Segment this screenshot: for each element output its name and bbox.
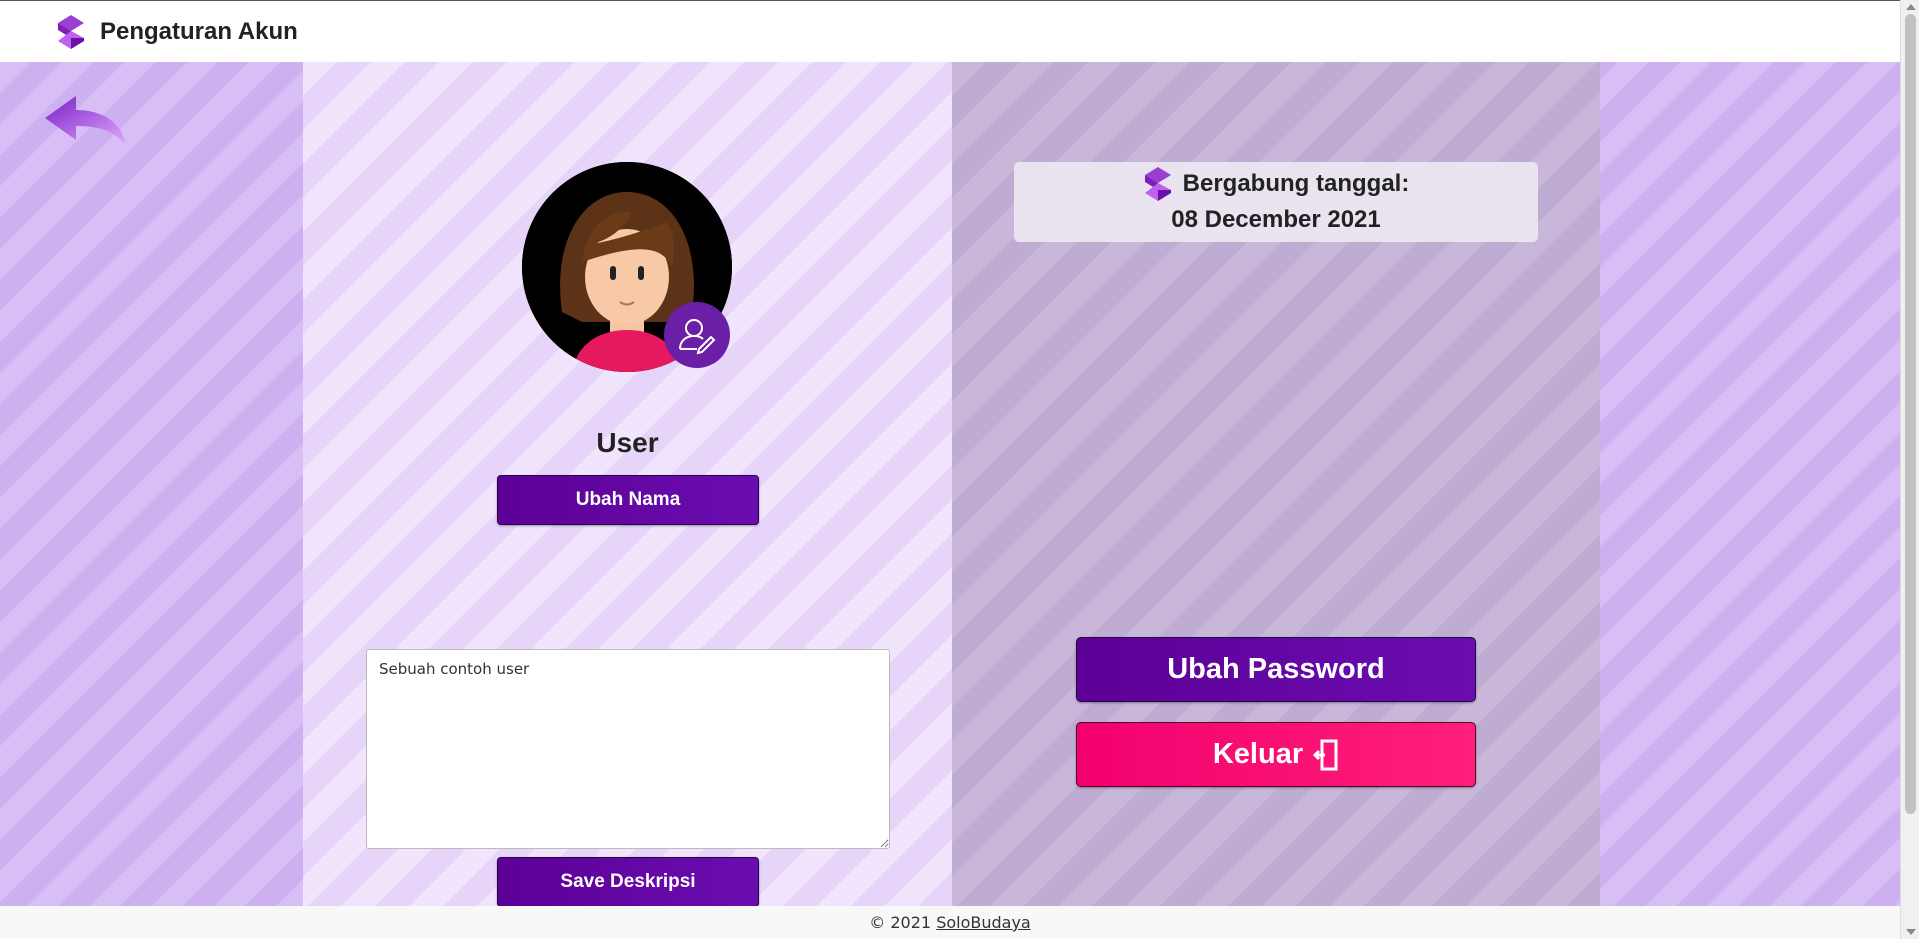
vertical-scrollbar[interactable]: [1900, 0, 1919, 939]
solobudaya-logo-icon: [1144, 167, 1171, 201]
door-exit-icon: [1313, 739, 1338, 770]
main-stage: User Ubah Nama Sebuah contoh user Save D…: [0, 62, 1900, 906]
avatar-container: [522, 162, 732, 372]
rename-button[interactable]: Ubah Nama: [497, 475, 759, 525]
scroll-thumb[interactable]: [1905, 14, 1916, 814]
save-description-button[interactable]: Save Deskripsi: [497, 857, 759, 906]
joined-date-card: Bergabung tanggal: 08 December 2021: [1014, 162, 1538, 242]
change-password-button[interactable]: Ubah Password: [1076, 637, 1476, 702]
description-textarea[interactable]: Sebuah contoh user: [366, 649, 890, 849]
account-panel: Bergabung tanggal: 08 December 2021 Ubah…: [952, 62, 1600, 906]
logout-label: Keluar: [1212, 738, 1304, 770]
profile-panel: User Ubah Nama Sebuah contoh user Save D…: [303, 62, 952, 906]
page-title: Pengaturan Akun: [100, 17, 298, 45]
joined-date-value: 08 December 2021: [1171, 206, 1381, 233]
user-edit-icon: [679, 319, 716, 355]
top-navbar: Pengaturan Akun: [0, 0, 1900, 62]
scroll-up-arrow-icon[interactable]: [1906, 4, 1916, 10]
username-display: User: [596, 427, 659, 458]
logout-button[interactable]: Keluar: [1076, 722, 1476, 787]
edit-avatar-button[interactable]: [664, 302, 730, 368]
back-arrow-icon[interactable]: [40, 92, 130, 152]
page-footer: © 2021 SoloBudaya: [0, 906, 1900, 939]
solobudaya-logo-icon[interactable]: [56, 14, 86, 50]
solobudaya-link[interactable]: SoloBudaya: [936, 913, 1031, 932]
copyright-text: © 2021: [869, 913, 932, 932]
scroll-down-arrow-icon[interactable]: [1906, 929, 1916, 935]
joined-label: Bergabung tanggal:: [1182, 170, 1410, 197]
